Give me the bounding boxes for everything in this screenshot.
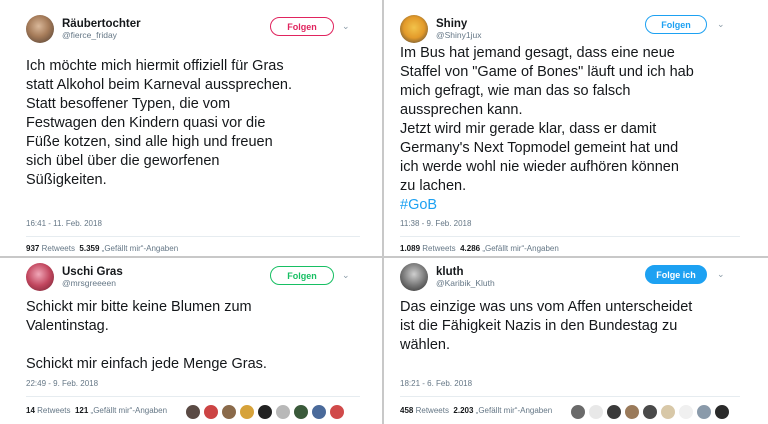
liker-avatars <box>570 404 732 420</box>
avatar[interactable] <box>678 404 694 420</box>
retweets-label: Retweets <box>422 244 456 253</box>
tweet-stats: 14 Retweets 121 „Gefällt mir“-Angaben <box>26 406 167 415</box>
avatar[interactable] <box>26 263 54 291</box>
tweet-timestamp[interactable]: 22:49 - 9. Feb. 2018 <box>26 379 98 388</box>
display-name[interactable]: Uschi Gras <box>62 266 123 279</box>
separator <box>400 396 740 397</box>
likes-count[interactable]: 121 <box>75 406 88 415</box>
display-name[interactable]: Räubertochter <box>62 18 141 31</box>
tweet-timestamp[interactable]: 18:21 - 6. Feb. 2018 <box>400 379 472 388</box>
tweet-header: Uschi Gras @mrsgreeeen <box>26 260 123 294</box>
likes-label: „Gefällt mir“-Angaben <box>101 244 179 253</box>
avatar[interactable] <box>400 263 428 291</box>
likes-count[interactable]: 5.359 <box>79 244 99 253</box>
user-names: Uschi Gras @mrsgreeeen <box>62 266 123 289</box>
user-names: Räubertochter @fierce_friday <box>62 18 141 41</box>
user-handle[interactable]: @mrsgreeeen <box>62 278 123 289</box>
tweet-stats: 1.089 Retweets 4.286 „Gefällt mir“-Angab… <box>400 244 559 253</box>
following-button[interactable]: Folge ich <box>645 265 707 284</box>
tweet-card-4: kluth @Karibik_Kluth Folge ich ⌄ Das ein… <box>384 258 768 424</box>
tweet-header: Räubertochter @fierce_friday <box>26 12 141 46</box>
retweets-count[interactable]: 14 <box>26 406 35 415</box>
tweet-card-2: Shiny @Shiny1jux Folgen ⌄ Im Bus hat jem… <box>384 0 768 256</box>
retweets-count[interactable]: 1.089 <box>400 244 420 253</box>
user-handle[interactable]: @fierce_friday <box>62 30 141 41</box>
likes-count[interactable]: 4.286 <box>460 244 480 253</box>
avatar[interactable] <box>26 15 54 43</box>
avatar[interactable] <box>257 404 273 420</box>
avatar[interactable] <box>329 404 345 420</box>
retweets-label: Retweets <box>41 244 75 253</box>
avatar[interactable] <box>642 404 658 420</box>
avatar[interactable] <box>185 404 201 420</box>
display-name[interactable]: Shiny <box>436 18 481 31</box>
display-name[interactable]: kluth <box>436 266 495 279</box>
avatar[interactable] <box>624 404 640 420</box>
retweets-label: Retweets <box>37 406 71 415</box>
hashtag-link[interactable]: #GoB <box>400 197 437 213</box>
tweet-timestamp[interactable]: 11:38 - 9. Feb. 2018 <box>400 219 471 228</box>
chevron-down-icon[interactable]: ⌄ <box>717 269 725 280</box>
avatar[interactable] <box>660 404 676 420</box>
avatar[interactable] <box>606 404 622 420</box>
avatar[interactable] <box>203 404 219 420</box>
separator <box>400 236 740 237</box>
likes-label: „Gefällt mir“-Angaben <box>482 244 559 253</box>
avatar[interactable] <box>293 404 309 420</box>
chevron-down-icon[interactable]: ⌄ <box>717 19 725 30</box>
tweet-stats: 937 Retweets 5.359 „Gefällt mir“-Angaben <box>26 244 178 253</box>
avatar[interactable] <box>570 404 586 420</box>
retweets-count[interactable]: 937 <box>26 244 39 253</box>
tweet-text: Schickt mir bitte keine Blumen zum Valen… <box>26 299 267 372</box>
tweet-card-1: Räubertochter @fierce_friday Folgen ⌄ Ic… <box>0 0 382 256</box>
avatar[interactable] <box>400 15 428 43</box>
avatar[interactable] <box>696 404 712 420</box>
tweet-collage: Räubertochter @fierce_friday Folgen ⌄ Ic… <box>0 0 768 424</box>
follow-button[interactable]: Folgen <box>645 15 707 34</box>
separator <box>26 396 360 397</box>
user-names: Shiny @Shiny1jux <box>436 18 481 41</box>
user-handle[interactable]: @Shiny1jux <box>436 30 481 41</box>
follow-button[interactable]: Folgen <box>270 17 334 36</box>
avatar[interactable] <box>275 404 291 420</box>
follow-button[interactable]: Folgen <box>270 266 334 285</box>
likes-label: „Gefällt mir“-Angaben <box>475 406 553 415</box>
tweet-text: Das einzige was uns vom Affen unterschei… <box>400 299 693 353</box>
chevron-down-icon[interactable]: ⌄ <box>342 21 350 32</box>
user-names: kluth @Karibik_Kluth <box>436 266 495 289</box>
retweets-count[interactable]: 458 <box>400 406 413 415</box>
tweet-text: Ich möchte mich hiermit offiziell für Gr… <box>26 58 292 188</box>
tweet-stats: 458 Retweets 2.203 „Gefällt mir“-Angaben <box>400 406 552 415</box>
avatar[interactable] <box>221 404 237 420</box>
likes-label: „Gefällt mir“-Angaben <box>90 406 168 415</box>
tweet-timestamp[interactable]: 16:41 - 11. Feb. 2018 <box>26 219 102 228</box>
separator <box>26 236 360 237</box>
retweets-label: Retweets <box>415 406 449 415</box>
tweet-header: kluth @Karibik_Kluth <box>400 260 495 294</box>
user-handle[interactable]: @Karibik_Kluth <box>436 278 495 289</box>
avatar[interactable] <box>311 404 327 420</box>
tweet-card-3: Uschi Gras @mrsgreeeen Folgen ⌄ Schickt … <box>0 258 382 424</box>
tweet-header: Shiny @Shiny1jux <box>400 12 481 46</box>
likes-count[interactable]: 2.203 <box>453 406 473 415</box>
avatar[interactable] <box>588 404 604 420</box>
chevron-down-icon[interactable]: ⌄ <box>342 270 350 281</box>
liker-avatars <box>185 404 347 420</box>
avatar[interactable] <box>714 404 730 420</box>
avatar[interactable] <box>239 404 255 420</box>
tweet-text: Im Bus hat jemand gesagt, dass eine neue… <box>400 44 760 215</box>
tweet-body: Im Bus hat jemand gesagt, dass eine neue… <box>400 45 694 194</box>
